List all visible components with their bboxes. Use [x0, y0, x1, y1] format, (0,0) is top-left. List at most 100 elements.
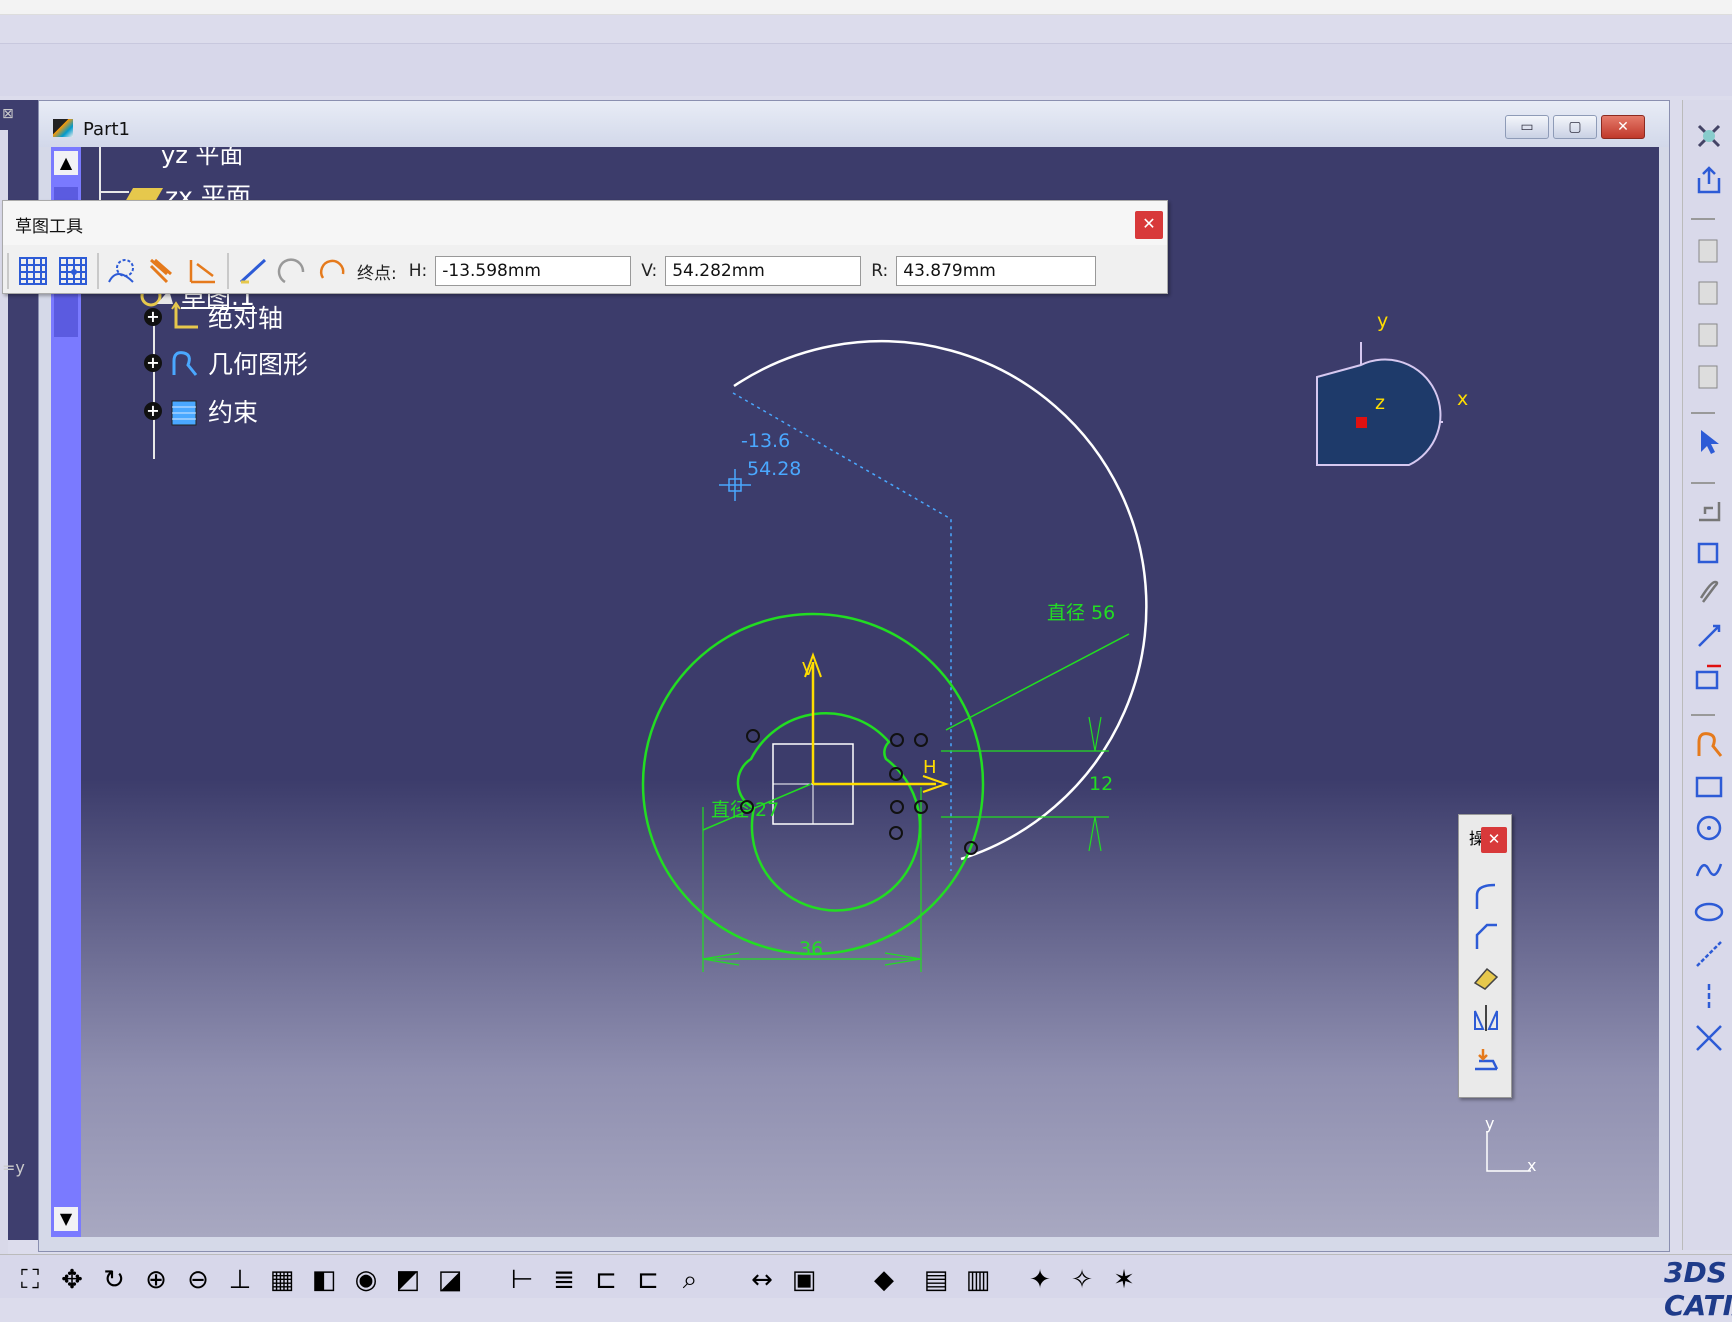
attach-icon[interactable]	[1691, 578, 1727, 614]
point-icon[interactable]	[1691, 1022, 1727, 1058]
sheet-icon[interactable]: ▥	[960, 1263, 996, 1297]
zoom-in-icon[interactable]: ⊕	[138, 1263, 174, 1297]
constraint-icon[interactable]	[1691, 494, 1727, 530]
line-icon[interactable]	[233, 251, 273, 291]
operation-toolbar-titlebar[interactable]: 操 ✕	[1459, 815, 1511, 857]
chamfer-icon[interactable]	[1469, 921, 1503, 957]
measure-item-icon[interactable]: ▣	[786, 1263, 822, 1297]
toolbar-separator	[1691, 482, 1715, 484]
toolbar-separator	[1691, 218, 1715, 220]
h-label: H:	[408, 261, 428, 281]
project-3d-icon[interactable]	[1469, 1045, 1503, 1081]
pan-icon[interactable]: ✥	[54, 1263, 90, 1297]
os-title-strip	[0, 0, 1732, 15]
panel-close-icon[interactable]: ⊠	[2, 106, 28, 124]
dim-diameter-outer[interactable]: 直径 56	[1047, 602, 1115, 624]
operation-toolbar[interactable]: 操 ✕	[1458, 814, 1512, 1098]
dim-diameter-outer-line	[945, 633, 1130, 731]
dimensional-constraints-icon[interactable]	[183, 251, 223, 291]
iso-view-icon[interactable]: ◧	[306, 1263, 342, 1297]
construction-element-icon[interactable]	[103, 251, 143, 291]
r-value-field[interactable]: 43.879mm	[896, 256, 1097, 286]
left-strip	[0, 130, 8, 1270]
measure-icon[interactable]: ↔	[744, 1263, 780, 1297]
line-icon[interactable]	[1691, 938, 1727, 974]
compass-y: y	[1377, 310, 1388, 332]
h-value-field[interactable]: -13.598mm	[435, 256, 632, 286]
cursor-v-readout: 54.28	[747, 458, 801, 480]
copy-icon[interactable]	[1691, 360, 1727, 396]
material-icon[interactable]: ◆	[866, 1263, 902, 1297]
analysis-icon[interactable]: ✦	[1022, 1263, 1058, 1297]
fix-constraint-icon[interactable]	[1691, 536, 1727, 572]
tree-icon[interactable]: ⊢	[504, 1263, 540, 1297]
ellipse-icon[interactable]	[1691, 896, 1727, 932]
corner-axis-x: x	[1527, 1156, 1536, 1175]
hide-show-icon[interactable]: ◩	[390, 1263, 426, 1297]
v-value-field[interactable]: 54.282mm	[665, 256, 862, 286]
animate-constraint-icon[interactable]	[1691, 620, 1727, 656]
spec-tree-icon[interactable]: ⊏	[630, 1263, 666, 1297]
window-titlebar[interactable]: Part1 ▭ ▢ ✕	[39, 101, 1669, 147]
analysis-icon[interactable]: ✧	[1064, 1263, 1100, 1297]
h-axis-label: H	[923, 757, 937, 778]
palette-close-button[interactable]: ✕	[1135, 211, 1163, 239]
copy-icon[interactable]	[1691, 318, 1727, 354]
shading-icon[interactable]: ◉	[348, 1263, 384, 1297]
compass-x: x	[1457, 388, 1468, 410]
constraint-symbols-icon	[740, 729, 978, 855]
toolbar-separator	[1691, 412, 1715, 414]
swap-visible-icon[interactable]: ◪	[432, 1263, 468, 1297]
dim-36[interactable]: 36	[799, 938, 823, 960]
left-axis-label: =y	[2, 1158, 25, 1177]
normal-view-icon[interactable]: ⊥	[222, 1263, 258, 1297]
spec-tree-icon[interactable]: ⊏	[588, 1263, 624, 1297]
multi-view-icon[interactable]: ▦	[264, 1263, 300, 1297]
close-button[interactable]: ✕	[1601, 115, 1645, 139]
corner-icon[interactable]	[1469, 881, 1503, 917]
edit-multi-constraint-icon[interactable]	[1691, 662, 1727, 698]
copy-icon[interactable]	[1691, 234, 1727, 270]
corner-axis-icon	[1486, 1131, 1531, 1172]
rectangle-icon[interactable]	[1691, 770, 1727, 806]
endpoint-label: 终点:	[357, 263, 397, 284]
sketch-canvas[interactable]: V H 直径 56 直径 27 12 36 -13.6 54.28 y x z …	[51, 147, 1659, 1237]
search-icon[interactable]: ⌕	[672, 1263, 708, 1297]
list-icon[interactable]: ≣	[546, 1263, 582, 1297]
toolbar-separator	[7, 253, 9, 289]
minimize-button[interactable]: ▭	[1505, 115, 1549, 139]
zoom-out-icon[interactable]: ⊖	[180, 1263, 216, 1297]
profile-icon[interactable]	[1691, 728, 1727, 764]
exit-workbench-icon[interactable]	[1691, 120, 1727, 156]
axis-line-icon[interactable]	[1691, 980, 1727, 1016]
3d-viewport[interactable]: ▲ ▼ yz 平面 zx 平面 草图.1 + 绝对轴 + 几何图形 + 约束 V…	[51, 147, 1659, 1237]
catia-logo: 3DS CATIA	[1664, 1256, 1732, 1322]
operation-toolbar-close-button[interactable]: ✕	[1481, 827, 1507, 853]
sheet-icon[interactable]: ▤	[918, 1263, 954, 1297]
trim-eraser-icon[interactable]	[1469, 961, 1503, 997]
grid-icon[interactable]	[13, 251, 53, 291]
spline-icon[interactable]	[1691, 854, 1727, 890]
copy-icon[interactable]	[1691, 276, 1727, 312]
export-icon[interactable]	[1691, 164, 1727, 200]
v-label: V:	[641, 261, 658, 281]
palette-toolbar: 终点: H: -13.598mm V: 54.282mm R: 43.879mm	[3, 249, 1102, 293]
maximize-button[interactable]: ▢	[1553, 115, 1597, 139]
mirror-icon[interactable]	[1469, 1003, 1503, 1039]
dim-12[interactable]: 12	[1089, 773, 1113, 795]
circle-icon[interactable]	[1691, 812, 1727, 848]
tangent-arc-icon[interactable]	[313, 251, 353, 291]
palette-titlebar[interactable]: 草图工具 ✕	[3, 201, 1167, 245]
select-arrow-icon[interactable]	[1691, 426, 1727, 462]
cursor-h-readout: -13.6	[741, 430, 790, 452]
rotate-icon[interactable]: ↻	[96, 1263, 132, 1297]
arc-icon[interactable]	[273, 251, 313, 291]
geometric-constraints-icon[interactable]	[143, 251, 183, 291]
menu-band	[0, 43, 1732, 96]
right-toolbar	[1682, 100, 1732, 1250]
fit-all-icon[interactable]: ⛶	[12, 1263, 48, 1297]
snap-to-grid-icon[interactable]	[53, 251, 93, 291]
analysis-icon[interactable]: ✶	[1106, 1263, 1142, 1297]
bottom-toolbar: ⛶ ✥ ↻ ⊕ ⊖ ⊥ ▦ ◧ ◉ ◩ ◪ ⊢ ≣ ⊏ ⊏ ⌕ ↔ ▣ ◆ ▤ …	[0, 1254, 1732, 1298]
sketch-tools-palette[interactable]: 草图工具 ✕ 终点: H: -13.598mm V: 54.282mm R: 4…	[2, 200, 1168, 294]
